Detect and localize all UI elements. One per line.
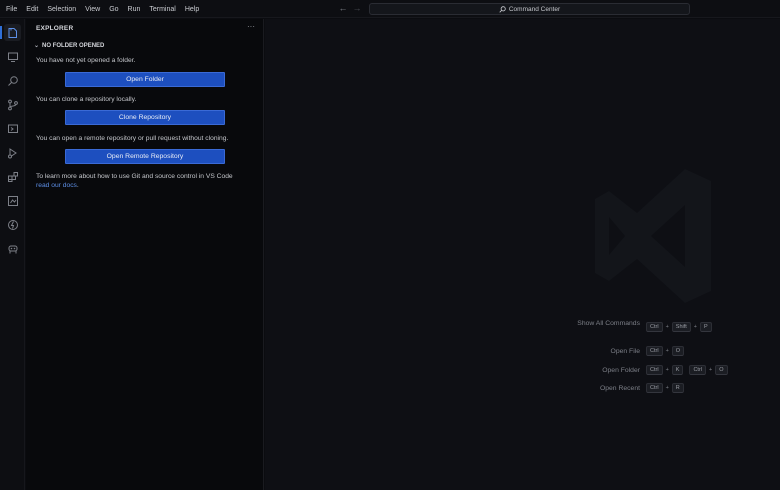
key: P (700, 322, 712, 332)
remote-explorer-icon[interactable] (4, 48, 21, 65)
menu-run[interactable]: Run (128, 6, 141, 13)
explorer-sidebar: EXPLORER ··· ⌄ NO FOLDER OPENED You have… (26, 19, 264, 490)
clone-repository-button[interactable]: Clone Repository (65, 110, 225, 125)
section-title: NO FOLDER OPENED (42, 42, 105, 49)
clone-text: You can clone a repository locally. (36, 96, 137, 103)
no-folder-text: You have not yet opened a folder. (36, 57, 136, 64)
open-recent-label: Open Recent (599, 385, 640, 392)
key: Ctrl (689, 365, 707, 375)
open-folder-button[interactable]: Open Folder (65, 72, 225, 87)
source-control-icon[interactable] (4, 96, 21, 113)
sidebar-title: EXPLORER (36, 25, 74, 32)
vscode-logo-icon (595, 169, 711, 303)
chevron-down-icon: ⌄ (34, 43, 40, 49)
key: Ctrl (646, 383, 663, 393)
command-center-label: Command Center (508, 5, 561, 13)
open-recent-keys: Ctrl + R (646, 383, 684, 393)
key: Shift (671, 322, 691, 332)
read-docs-link[interactable]: read our docs (36, 182, 77, 189)
key: K (671, 365, 684, 375)
command-center[interactable]: Command Center (369, 3, 690, 15)
activity-bar (0, 19, 25, 490)
menu-file[interactable]: File (6, 6, 17, 13)
menu-selection[interactable]: Selection (47, 6, 76, 13)
editor-area: Show All Commands Ctrl + Shift + P Open Fi… (265, 19, 780, 490)
period: . (76, 182, 79, 189)
key: Ctrl (646, 322, 663, 332)
open-folder-keys: Ctrl + K Ctrl + O (646, 365, 728, 375)
title-bar: File Edit Selection View Go Run Terminal… (0, 0, 780, 18)
key: Ctrl (646, 365, 663, 375)
open-remote-repository-button[interactable]: Open Remote Repository (65, 149, 225, 164)
menu-bar: File Edit Selection View Go Run Terminal… (6, 0, 208, 18)
search-icon (499, 5, 506, 13)
open-file-keys: Ctrl + O (646, 346, 685, 356)
section-header[interactable]: ⌄ NO FOLDER OPENED (34, 42, 105, 50)
more-actions-icon[interactable]: ··· (247, 22, 255, 31)
learn-more-text: To learn more about how to use Git and s… (36, 172, 256, 190)
copilot-icon[interactable] (4, 240, 21, 257)
forward-arrow-icon[interactable]: → (351, 3, 363, 13)
back-arrow-icon[interactable]: ← (337, 3, 349, 13)
learn-more-sentence: To learn more about how to use Git and s… (36, 173, 233, 180)
key: O (715, 365, 728, 375)
key: R (671, 383, 684, 393)
menu-go[interactable]: Go (109, 6, 118, 13)
explorer-icon[interactable] (0, 24, 21, 41)
debug-icon[interactable] (4, 144, 21, 161)
lightning-icon[interactable] (4, 216, 21, 233)
open-folder-label: Open Folder (602, 367, 640, 374)
menu-help[interactable]: Help (185, 6, 199, 13)
show-all-commands-label: Show All Commands (577, 320, 640, 327)
key: Ctrl (646, 346, 663, 356)
remote-text: You can open a remote repository or pull… (36, 135, 229, 142)
menu-terminal[interactable]: Terminal (149, 6, 175, 13)
key: O (671, 346, 685, 356)
menu-view[interactable]: View (85, 6, 100, 13)
show-all-commands-keys: Ctrl + Shift + P (646, 322, 712, 332)
testing-icon[interactable] (4, 192, 21, 209)
menu-edit[interactable]: Edit (26, 6, 38, 13)
extensions-icon[interactable] (4, 168, 21, 185)
open-file-label: Open File (610, 348, 640, 355)
search-icon[interactable] (4, 72, 21, 89)
run-debug-icon[interactable] (4, 120, 21, 137)
